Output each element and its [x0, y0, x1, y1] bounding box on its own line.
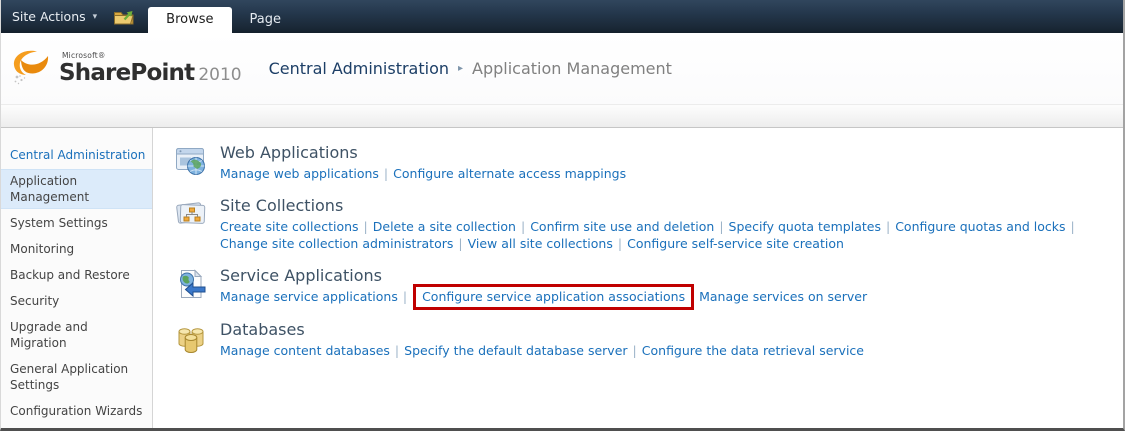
site-collections-icon: [174, 197, 208, 231]
site-actions-label: Site Actions: [12, 9, 86, 24]
sidebar-item-configuration-wizards[interactable]: Configuration Wizards: [1, 399, 152, 423]
sidebar-item-central-administration[interactable]: Central Administration: [1, 143, 152, 167]
sidebar-item-backup-and-restore[interactable]: Backup and Restore: [1, 263, 152, 287]
section-title: Service Applications: [220, 266, 382, 285]
chevron-down-icon: ▾: [92, 11, 98, 22]
section-links: Manage content databases | Specify the def…: [220, 342, 864, 359]
section-databases: Databases Manage content databases | Speci…: [174, 320, 1113, 359]
sidebar-item-system-settings[interactable]: System Settings: [1, 211, 152, 235]
annotation-highlight-box: Configure service application associatio…: [413, 284, 695, 310]
ribbon-tabs: Browse Page: [148, 0, 299, 33]
web-applications-icon: [174, 144, 208, 178]
site-actions-menu[interactable]: Site Actions ▾: [1, 9, 111, 24]
link-separator: |: [394, 343, 400, 358]
link-specify-quota-templates[interactable]: Specify quota templates: [729, 219, 881, 234]
sharepoint-swirl-icon: [11, 47, 55, 91]
link-separator: |: [885, 219, 891, 234]
link-separator: |: [458, 236, 463, 251]
navigate-up-button[interactable]: [113, 8, 135, 26]
link-manage-services-on-server[interactable]: Manage services on server: [699, 289, 867, 304]
section-links: Manage web applications | Configure altern…: [220, 165, 626, 182]
link-configure-the-data-retrieval-service[interactable]: Configure the data retrieval service: [642, 343, 864, 358]
section-title: Site Collections: [220, 196, 344, 215]
section-site-collections: Site Collections Create site collections…: [174, 196, 1113, 252]
logo-year: 2010: [198, 65, 242, 85]
link-confirm-site-use-and-deletion[interactable]: Confirm site use and deletion: [530, 219, 714, 234]
sharepoint-logo: Microsoft® SharePoint 2010: [11, 47, 242, 91]
sidebar-item-application-management[interactable]: Application Management: [1, 169, 152, 209]
link-separator: |: [617, 236, 623, 251]
link-configure-self-service-site-creation[interactable]: Configure self-service site creation: [627, 236, 844, 251]
link-configure-quotas-and-locks[interactable]: Configure quotas and locks: [895, 219, 1065, 234]
section-title: Web Applications: [220, 143, 358, 162]
service-applications-icon: [174, 267, 208, 301]
link-configure-service-application-associations[interactable]: Configure service application associatio…: [422, 289, 685, 304]
breadcrumb: Central Administration ▸ Application Man…: [269, 59, 672, 78]
section-links: Manage service applications | Configure se…: [220, 284, 867, 310]
sidebar-item-security[interactable]: Security: [1, 289, 152, 313]
logo-wordmark: Microsoft® SharePoint 2010: [59, 51, 242, 86]
link-manage-content-databases[interactable]: Manage content databases: [220, 343, 390, 358]
breadcrumb-central-administration[interactable]: Central Administration: [269, 59, 449, 78]
site-header: Microsoft® SharePoint 2010 Central Admin…: [1, 33, 1123, 104]
databases-icon: [174, 321, 208, 355]
section-links-line-1: Create site collections | Delete a site co…: [220, 218, 1080, 235]
link-separator: |: [520, 219, 526, 234]
logo-product: SharePoint: [59, 60, 195, 86]
link-separator: |: [632, 343, 637, 358]
logo-microsoft: Microsoft®: [62, 51, 106, 60]
link-manage-web-applications[interactable]: Manage web applications: [220, 166, 379, 181]
section-body: Service Applications Manage service appl…: [220, 266, 867, 310]
sidebar-item-general-application-settings[interactable]: General Application Settings: [1, 357, 152, 397]
section-title: Databases: [220, 320, 305, 339]
link-separator: |: [719, 219, 724, 234]
link-configure-alternate-access-mappings[interactable]: Configure alternate access mappings: [393, 166, 626, 181]
link-separator: |: [1070, 219, 1075, 234]
link-manage-service-applications[interactable]: Manage service applications: [220, 289, 398, 304]
browser-frame: Site Actions ▾ Browse Page Microsoft® Sh…: [0, 0, 1125, 431]
link-create-site-collections[interactable]: Create site collections: [220, 219, 359, 234]
sidebar-item-upgrade-and-migration[interactable]: Upgrade and Migration: [1, 315, 152, 355]
section-body: Databases Manage content databases | Speci…: [220, 320, 864, 359]
tab-page[interactable]: Page: [232, 7, 299, 33]
link-specify-the-default-database-server[interactable]: Specify the default database server: [404, 343, 627, 358]
link-separator: |: [363, 219, 368, 234]
link-separator: |: [402, 289, 408, 304]
left-navigation: Central Administration Application Manag…: [1, 128, 153, 428]
section-links-line-2: Change site collection administrators | Vi…: [220, 235, 1080, 252]
top-bar: Site Actions ▾ Browse Page: [1, 0, 1123, 33]
section-service-applications: Service Applications Manage service appl…: [174, 266, 1113, 310]
section-body: Web Applications Manage web applications…: [220, 143, 626, 182]
breadcrumb-current-page: Application Management: [472, 59, 672, 78]
page-body: Central Administration Application Manag…: [1, 128, 1123, 428]
link-change-site-collection-administrators[interactable]: Change site collection administrators: [220, 236, 453, 251]
sidebar-item-monitoring[interactable]: Monitoring: [1, 237, 152, 261]
section-body: Site Collections Create site collections…: [220, 196, 1080, 252]
main-content: Web Applications Manage web applications…: [153, 128, 1123, 373]
section-web-applications: Web Applications Manage web applications…: [174, 143, 1113, 182]
link-view-all-site-collections[interactable]: View all site collections: [468, 236, 613, 251]
link-separator: |: [383, 166, 389, 181]
folder-up-icon: [113, 10, 135, 30]
ribbon-band: [1, 104, 1123, 128]
tab-browse[interactable]: Browse: [148, 7, 232, 33]
link-delete-a-site-collection[interactable]: Delete a site collection: [373, 219, 516, 234]
breadcrumb-arrow-icon: ▸: [458, 63, 464, 74]
